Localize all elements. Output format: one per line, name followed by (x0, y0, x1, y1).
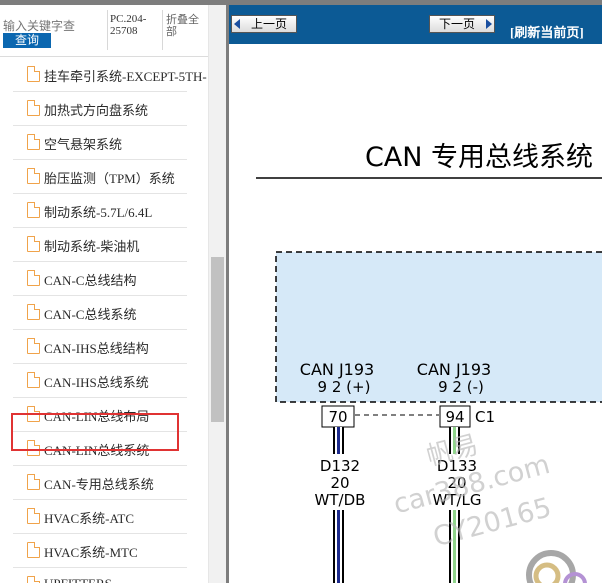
tree-item[interactable]: UPFITTERS (0, 568, 208, 583)
connector-name-1: CAN J193 (300, 360, 374, 379)
tree-item-label: 制动系统-柴油机 (44, 239, 140, 254)
refresh-page-link[interactable]: [刷新当前页] (510, 22, 584, 41)
tree-item-label: CAN-C总线结构 (44, 273, 137, 288)
tree-item[interactable]: CAN-C总线系统 (0, 296, 208, 330)
prev-page-label: 上一页 (250, 17, 287, 31)
arrow-left-icon (234, 19, 240, 29)
search-button[interactable]: 查询 (3, 33, 51, 48)
connector-id-label: C1 (475, 408, 495, 426)
tree-item[interactable]: CAN-C总线结构 (0, 262, 208, 296)
wire-color-1: WT/DB (315, 491, 366, 509)
document-icon (27, 372, 40, 388)
tree-item-label: 空气悬架系统 (44, 137, 123, 152)
tree-item-label: CAN-IHS总线结构 (44, 341, 149, 356)
document-icon (27, 168, 40, 184)
connector-pin-desc-1: 9 2 (+) (318, 378, 371, 396)
right-pane: 上一页 下一页 [刷新当前页] CAN 专用总线系统 CAN J193 9 2 … (229, 5, 602, 583)
tree-item[interactable]: HVAC系统-MTC (0, 534, 208, 568)
diagram-title: CAN 专用总线系统 (365, 142, 593, 173)
tree-item[interactable]: CAN-IHS总线结构 (0, 330, 208, 364)
document-icon (27, 66, 40, 82)
document-icon (27, 576, 40, 583)
next-page-button[interactable]: 下一页 (429, 15, 495, 33)
tree-item-label: 挂车牵引系统-EXCEPT-5TH- (44, 69, 207, 84)
tree-item[interactable]: 制动系统-5.7L/6.4L (0, 194, 208, 228)
wire-id-1: D132 (320, 457, 360, 475)
tree-item[interactable]: 加热式方向盘系统 (0, 92, 208, 126)
tree-item-label: UPFITTERS (44, 576, 112, 583)
header-divider (0, 56, 208, 57)
document-icon (27, 100, 40, 116)
next-page-label: 下一页 (438, 17, 475, 31)
document-icon (27, 236, 40, 252)
document-icon (27, 270, 40, 286)
connector-name-2: CAN J193 (417, 360, 491, 379)
header-separator (162, 10, 163, 50)
scrollbar-thumb[interactable] (211, 257, 224, 422)
tree-scrollbar[interactable] (208, 5, 226, 583)
document-icon (27, 542, 40, 558)
prev-page-button[interactable]: 上一页 (231, 15, 297, 33)
document-icon (27, 338, 40, 354)
tree-item[interactable]: 空气悬架系统 (0, 126, 208, 160)
pin-number-2: 94 (445, 408, 464, 426)
document-icon (27, 304, 40, 320)
page-nav-bar: 上一页 下一页 [刷新当前页] (229, 5, 602, 44)
connector-pin-desc-2: 9 2 (-) (438, 378, 484, 396)
tree-item-label: CAN-IHS总线系统 (44, 375, 149, 390)
wiring-diagram: CAN 专用总线系统 CAN J193 9 2 (+) CAN J193 9 2… (256, 142, 602, 583)
arrow-right-icon (486, 19, 492, 29)
tree-item[interactable]: CAN-专用总线系统 (0, 466, 208, 500)
tree-item-label: 胎压监测（TPM）系统 (44, 171, 175, 186)
tree-item[interactable]: 胎压监测（TPM）系统 (0, 160, 208, 194)
tree-item[interactable]: 制动系统-柴油机 (0, 228, 208, 262)
tree-item[interactable]: HVAC系统-ATC (0, 500, 208, 534)
tree-item-label: 加热式方向盘系统 (44, 103, 149, 118)
header-separator (107, 10, 108, 50)
search-input[interactable] (3, 18, 103, 34)
document-icon (27, 134, 40, 150)
left-pane: 查询 PC.204-25708 折叠全部 挂车牵引系统-EXCEPT-5TH- 加… (0, 5, 226, 583)
pin-number-1: 70 (328, 408, 347, 426)
collapse-all-link[interactable]: 折叠全部 (166, 14, 206, 38)
document-code: PC.204-25708 (110, 13, 147, 37)
wire-gauge-1: 20 (330, 474, 349, 492)
watermark-logo (526, 550, 587, 583)
document-icon (27, 474, 40, 490)
tree-item-label: CAN-C总线系统 (44, 307, 137, 322)
tree-item-label: CAN-专用总线系统 (44, 477, 154, 492)
document-icon (27, 508, 40, 524)
tree-item[interactable]: 挂车牵引系统-EXCEPT-5TH- (0, 58, 208, 92)
tree-item-label: HVAC系统-ATC (44, 511, 135, 526)
document-icon (27, 202, 40, 218)
selection-highlight (11, 413, 179, 451)
document-tree: 挂车牵引系统-EXCEPT-5TH- 加热式方向盘系统 空气悬架系统胎压监测（TPM… (0, 58, 208, 583)
watermark: 帆易 car388.com CY20165 (390, 430, 554, 553)
tree-item-label: HVAC系统-MTC (44, 545, 138, 560)
tree-item[interactable]: CAN-IHS总线系统 (0, 364, 208, 398)
tree-item-label: 制动系统-5.7L/6.4L (44, 205, 153, 220)
